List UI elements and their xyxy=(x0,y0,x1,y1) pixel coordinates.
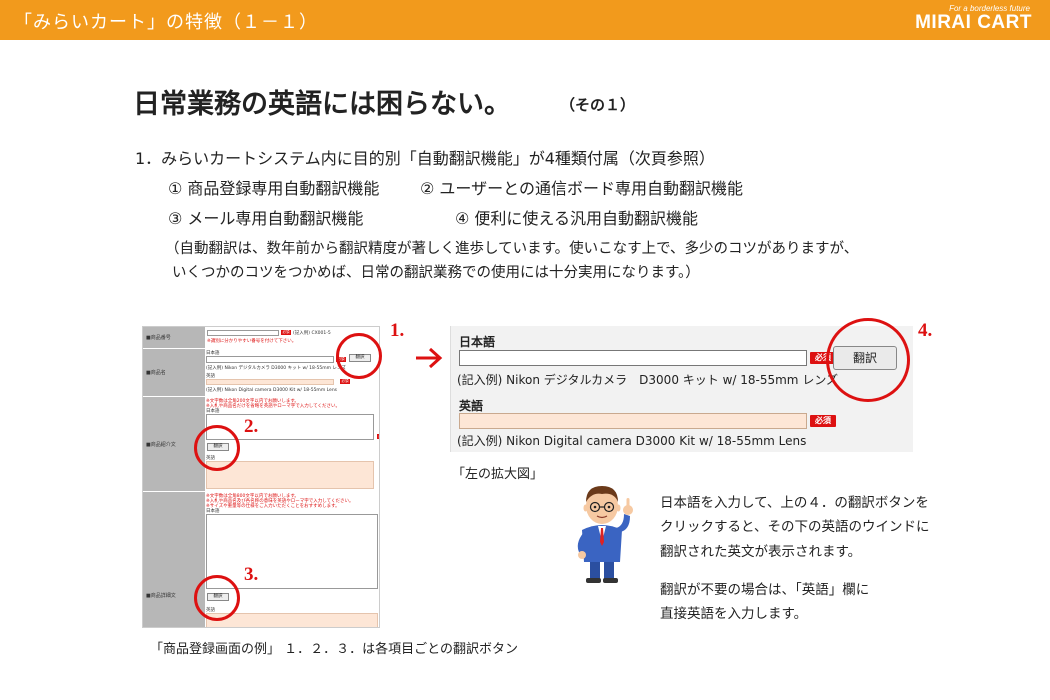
label-product-name: ■商品名 xyxy=(146,370,166,376)
page-heading: 日常業務の英語には困らない。 xyxy=(133,89,511,120)
highlight-circle-2 xyxy=(194,425,240,471)
label-product-number: ■商品番号 xyxy=(146,335,171,341)
explanation-line-3: 翻訳された英文が表示されます。 xyxy=(660,544,862,560)
marker-4: 4. xyxy=(918,320,933,341)
product-number-input[interactable] xyxy=(207,330,279,336)
required-badge: 必須 xyxy=(281,330,291,335)
logo-name: MIRAI CART xyxy=(915,12,1032,33)
explanation-line-2: クリックすると、その下の英語のウインドに xyxy=(660,519,930,535)
zoom-en-input[interactable] xyxy=(459,413,807,429)
detail-ja-textarea[interactable] xyxy=(206,514,378,589)
feature-1: ① 商品登録専用自動翻訳機能 xyxy=(168,179,380,198)
zoom-example-en: (記入例) Nikon Digital camera D3000 Kit w/ … xyxy=(457,434,807,448)
required-badge: 必須 xyxy=(340,379,350,384)
page-heading-sub: （その１） xyxy=(560,96,636,114)
name-example-en: (記入例) Nikon Digital camera D3000 Kit w/ … xyxy=(206,388,338,393)
zoom-en-label: 英語 xyxy=(459,399,484,413)
explanation-line-5: 直接英語を入力します。 xyxy=(660,606,808,622)
name-example-ja: (記入例) Nikon デジタルカメラ D3000 キット w/ 18-55mm… xyxy=(206,366,346,371)
marker-2: 2. xyxy=(244,416,259,437)
label-cell: ■商品番号 xyxy=(143,327,205,349)
explanation-line-1: 日本語を入力して、上の４．の翻訳ボタンを xyxy=(660,495,929,511)
name-en-input[interactable] xyxy=(206,379,334,385)
required-badge: 必須 xyxy=(377,434,379,439)
zoom-caption: 「左の拡大図」 xyxy=(452,467,544,482)
note-line-2: いくつかのコツをつかめば、日常の翻訳業務での使用には十分実用になります。） xyxy=(172,265,700,281)
product-number-example: (記入例) CX001-5 xyxy=(293,331,331,336)
header-bar: 「みらいカート」の特徴（１－１） For a borderless future… xyxy=(0,0,1050,40)
zoom-ja-label: 日本語 xyxy=(459,335,496,349)
label-product-intro: ■商品紹介文 xyxy=(146,442,176,448)
marker-3: 3. xyxy=(244,564,259,585)
required-badge: 必須 xyxy=(810,415,836,427)
zoom-ja-input[interactable] xyxy=(459,350,807,366)
businessman-illustration xyxy=(577,486,633,583)
zoom-example-ja: (記入例) Nikon デジタルカメラ D3000 キット w/ 18-55mm… xyxy=(457,373,839,387)
right-arrow-icon xyxy=(416,347,443,369)
feature-3: ③ メール専用自動翻訳機能 xyxy=(168,209,364,228)
label-product-detail: ■商品詳細文 xyxy=(146,593,176,599)
point-1: 1．みらいカートシステム内に目的別「自動翻訳機能」が4種類付属（次頁参照） xyxy=(135,149,715,168)
highlight-circle-1 xyxy=(336,333,382,379)
marker-1: 1. xyxy=(390,320,405,341)
feature-4: ④ 便利に使える汎用自動翻訳機能 xyxy=(455,209,698,228)
name-ja-input[interactable] xyxy=(206,356,334,363)
mirai-cart-logo: For a borderless future MIRAI CART xyxy=(902,3,1032,37)
header-title: 「みらいカート」の特徴（１－１） xyxy=(14,12,318,33)
note-line-1: （自動翻訳は、数年前から翻訳精度が著しく進歩しています。使いこなす上で、多少のコ… xyxy=(165,241,859,257)
left-caption: 「商品登録画面の例」 １．２．３．は各項目ごとの翻訳ボタン xyxy=(150,642,519,657)
explanation-line-4: 翻訳が不要の場合は、「英語」欄に xyxy=(660,582,870,598)
highlight-circle-4 xyxy=(826,318,910,402)
detail-hint-3: ※サイズや重量等の仕様をご入力いただくことをおすすめします。 xyxy=(206,504,340,509)
intro-hint-2: ※入札や商品名だけを省略を英語やローマ字で入力してください。 xyxy=(206,404,340,409)
product-number-hint: ※識別に分かりやすい番号を付けて下さい。 xyxy=(207,339,297,344)
feature-2: ② ユーザーとの通信ボード専用自動翻訳機能 xyxy=(420,179,743,198)
highlight-circle-3 xyxy=(194,575,240,621)
label-cell: ■商品名 xyxy=(143,349,205,397)
